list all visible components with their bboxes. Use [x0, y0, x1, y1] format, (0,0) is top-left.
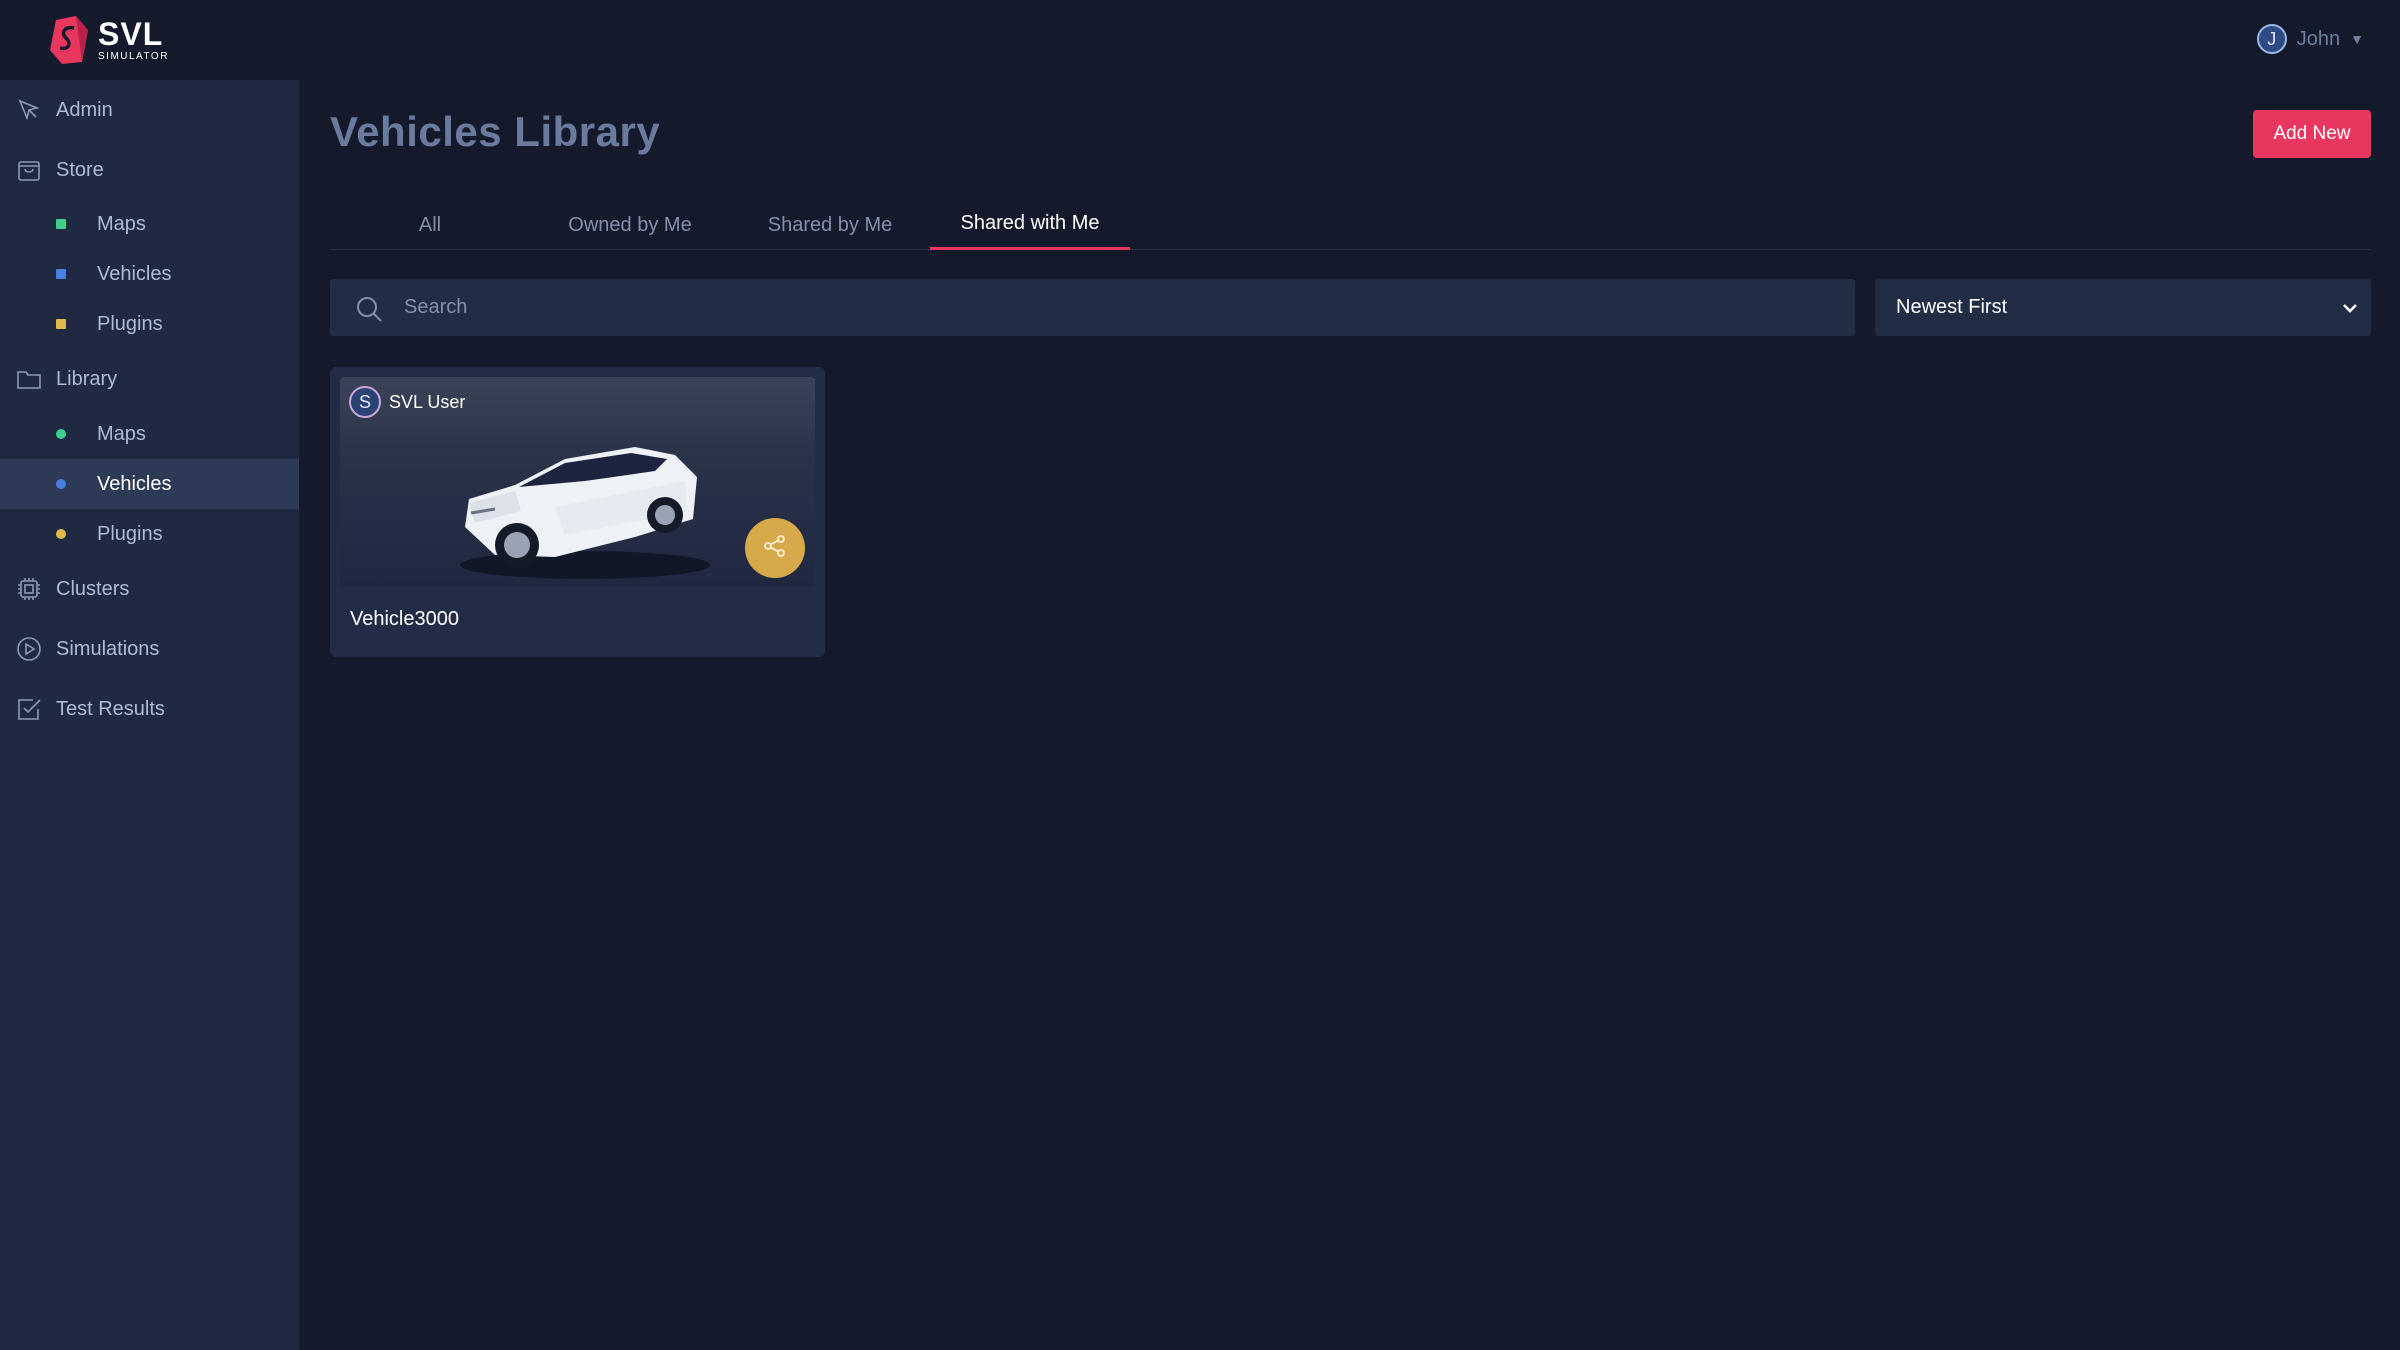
sidebar-item-label: Maps	[97, 422, 146, 445]
bullet-icon	[56, 479, 66, 489]
car-image	[460, 447, 710, 579]
sidebar-item-label: Plugins	[97, 312, 163, 335]
sidebar-item-label: Store	[56, 158, 104, 181]
tab-all[interactable]: All	[330, 200, 530, 250]
sidebar-item-label: Clusters	[56, 577, 130, 600]
sidebar-item-label: Simulations	[56, 637, 160, 660]
search-icon	[355, 295, 383, 323]
sidebar-item-store[interactable]: Store	[0, 145, 299, 195]
sidebar-item-admin[interactable]: Admin	[0, 85, 299, 135]
sidebar-item-clusters[interactable]: Clusters	[0, 564, 299, 614]
user-name: John	[2296, 27, 2341, 50]
vehicle-owner: S SVL User	[349, 386, 465, 418]
bullet-icon	[56, 529, 66, 539]
sidebar-item-library[interactable]: Library	[0, 354, 299, 404]
share-icon	[762, 533, 788, 564]
top-bar: SVL SIMULATOR J John ▼	[0, 0, 2400, 80]
chevron-down-icon	[2341, 299, 2359, 317]
user-menu[interactable]: J John ▼	[2256, 24, 2364, 54]
bullet-icon	[56, 319, 66, 329]
tab-owned-by-me[interactable]: Owned by Me	[530, 200, 730, 250]
check-square-icon	[16, 696, 42, 722]
add-new-button[interactable]: Add New	[2253, 110, 2371, 158]
shopping-bag-icon	[16, 157, 42, 183]
tab-shared-with-me[interactable]: Shared with Me	[930, 200, 1130, 250]
chip-icon	[16, 576, 42, 602]
sidebar-item-label: Maps	[97, 212, 146, 235]
brand-subtitle: SIMULATOR	[98, 51, 169, 62]
tab-shared-by-me[interactable]: Shared by Me	[730, 200, 930, 250]
sidebar-item-library-maps[interactable]: Maps	[0, 409, 299, 459]
bullet-icon	[56, 269, 66, 279]
search-input[interactable]	[404, 279, 1824, 336]
user-avatar: J	[2256, 24, 2287, 54]
brand-name: SVL	[98, 16, 164, 52]
search-box	[330, 279, 1855, 336]
sort-selected-value: Newest First	[1896, 296, 2008, 318]
vehicle-name: Vehicle3000	[350, 608, 459, 630]
sidebar-item-library-vehicles[interactable]: Vehicles	[0, 459, 299, 509]
sidebar-item-label: Admin	[56, 98, 113, 121]
svl-logo-icon	[50, 16, 88, 64]
sidebar-item-label: Vehicles	[97, 472, 172, 495]
page-title: Vehicles Library	[330, 108, 661, 155]
owner-name: SVL User	[389, 391, 466, 412]
sidebar-item-store-vehicles[interactable]: Vehicles	[0, 249, 299, 299]
sidebar-item-simulations[interactable]: Simulations	[0, 624, 299, 674]
sort-select[interactable]: Newest First	[1875, 279, 2371, 336]
folder-icon	[16, 366, 42, 392]
play-circle-icon	[16, 636, 42, 662]
sidebar-item-library-plugins[interactable]: Plugins	[0, 509, 299, 559]
vehicle-card[interactable]: S SVL User Vehicle3000	[330, 367, 825, 657]
caret-down-icon: ▼	[2350, 31, 2364, 47]
sidebar-item-label: Vehicles	[97, 262, 172, 285]
sidebar-item-test-results[interactable]: Test Results	[0, 684, 299, 734]
sidebar-item-store-plugins[interactable]: Plugins	[0, 299, 299, 349]
sidebar-item-label: Library	[56, 367, 118, 390]
bullet-icon	[56, 429, 66, 439]
sidebar: Admin Store Maps Vehicles Plugins Librar…	[0, 80, 299, 1350]
cursor-icon	[16, 97, 42, 123]
share-button[interactable]	[745, 518, 805, 578]
sidebar-item-label: Test Results	[56, 697, 165, 720]
sidebar-item-label: Plugins	[97, 522, 163, 545]
vehicle-thumbnail: S SVL User	[340, 377, 815, 587]
svl-logo[interactable]: SVL SIMULATOR	[48, 14, 169, 66]
bullet-icon	[56, 219, 66, 229]
sidebar-item-store-maps[interactable]: Maps	[0, 199, 299, 249]
library-tabs: All Owned by Me Shared by Me Shared with…	[330, 200, 2371, 250]
owner-avatar: S	[349, 386, 381, 418]
